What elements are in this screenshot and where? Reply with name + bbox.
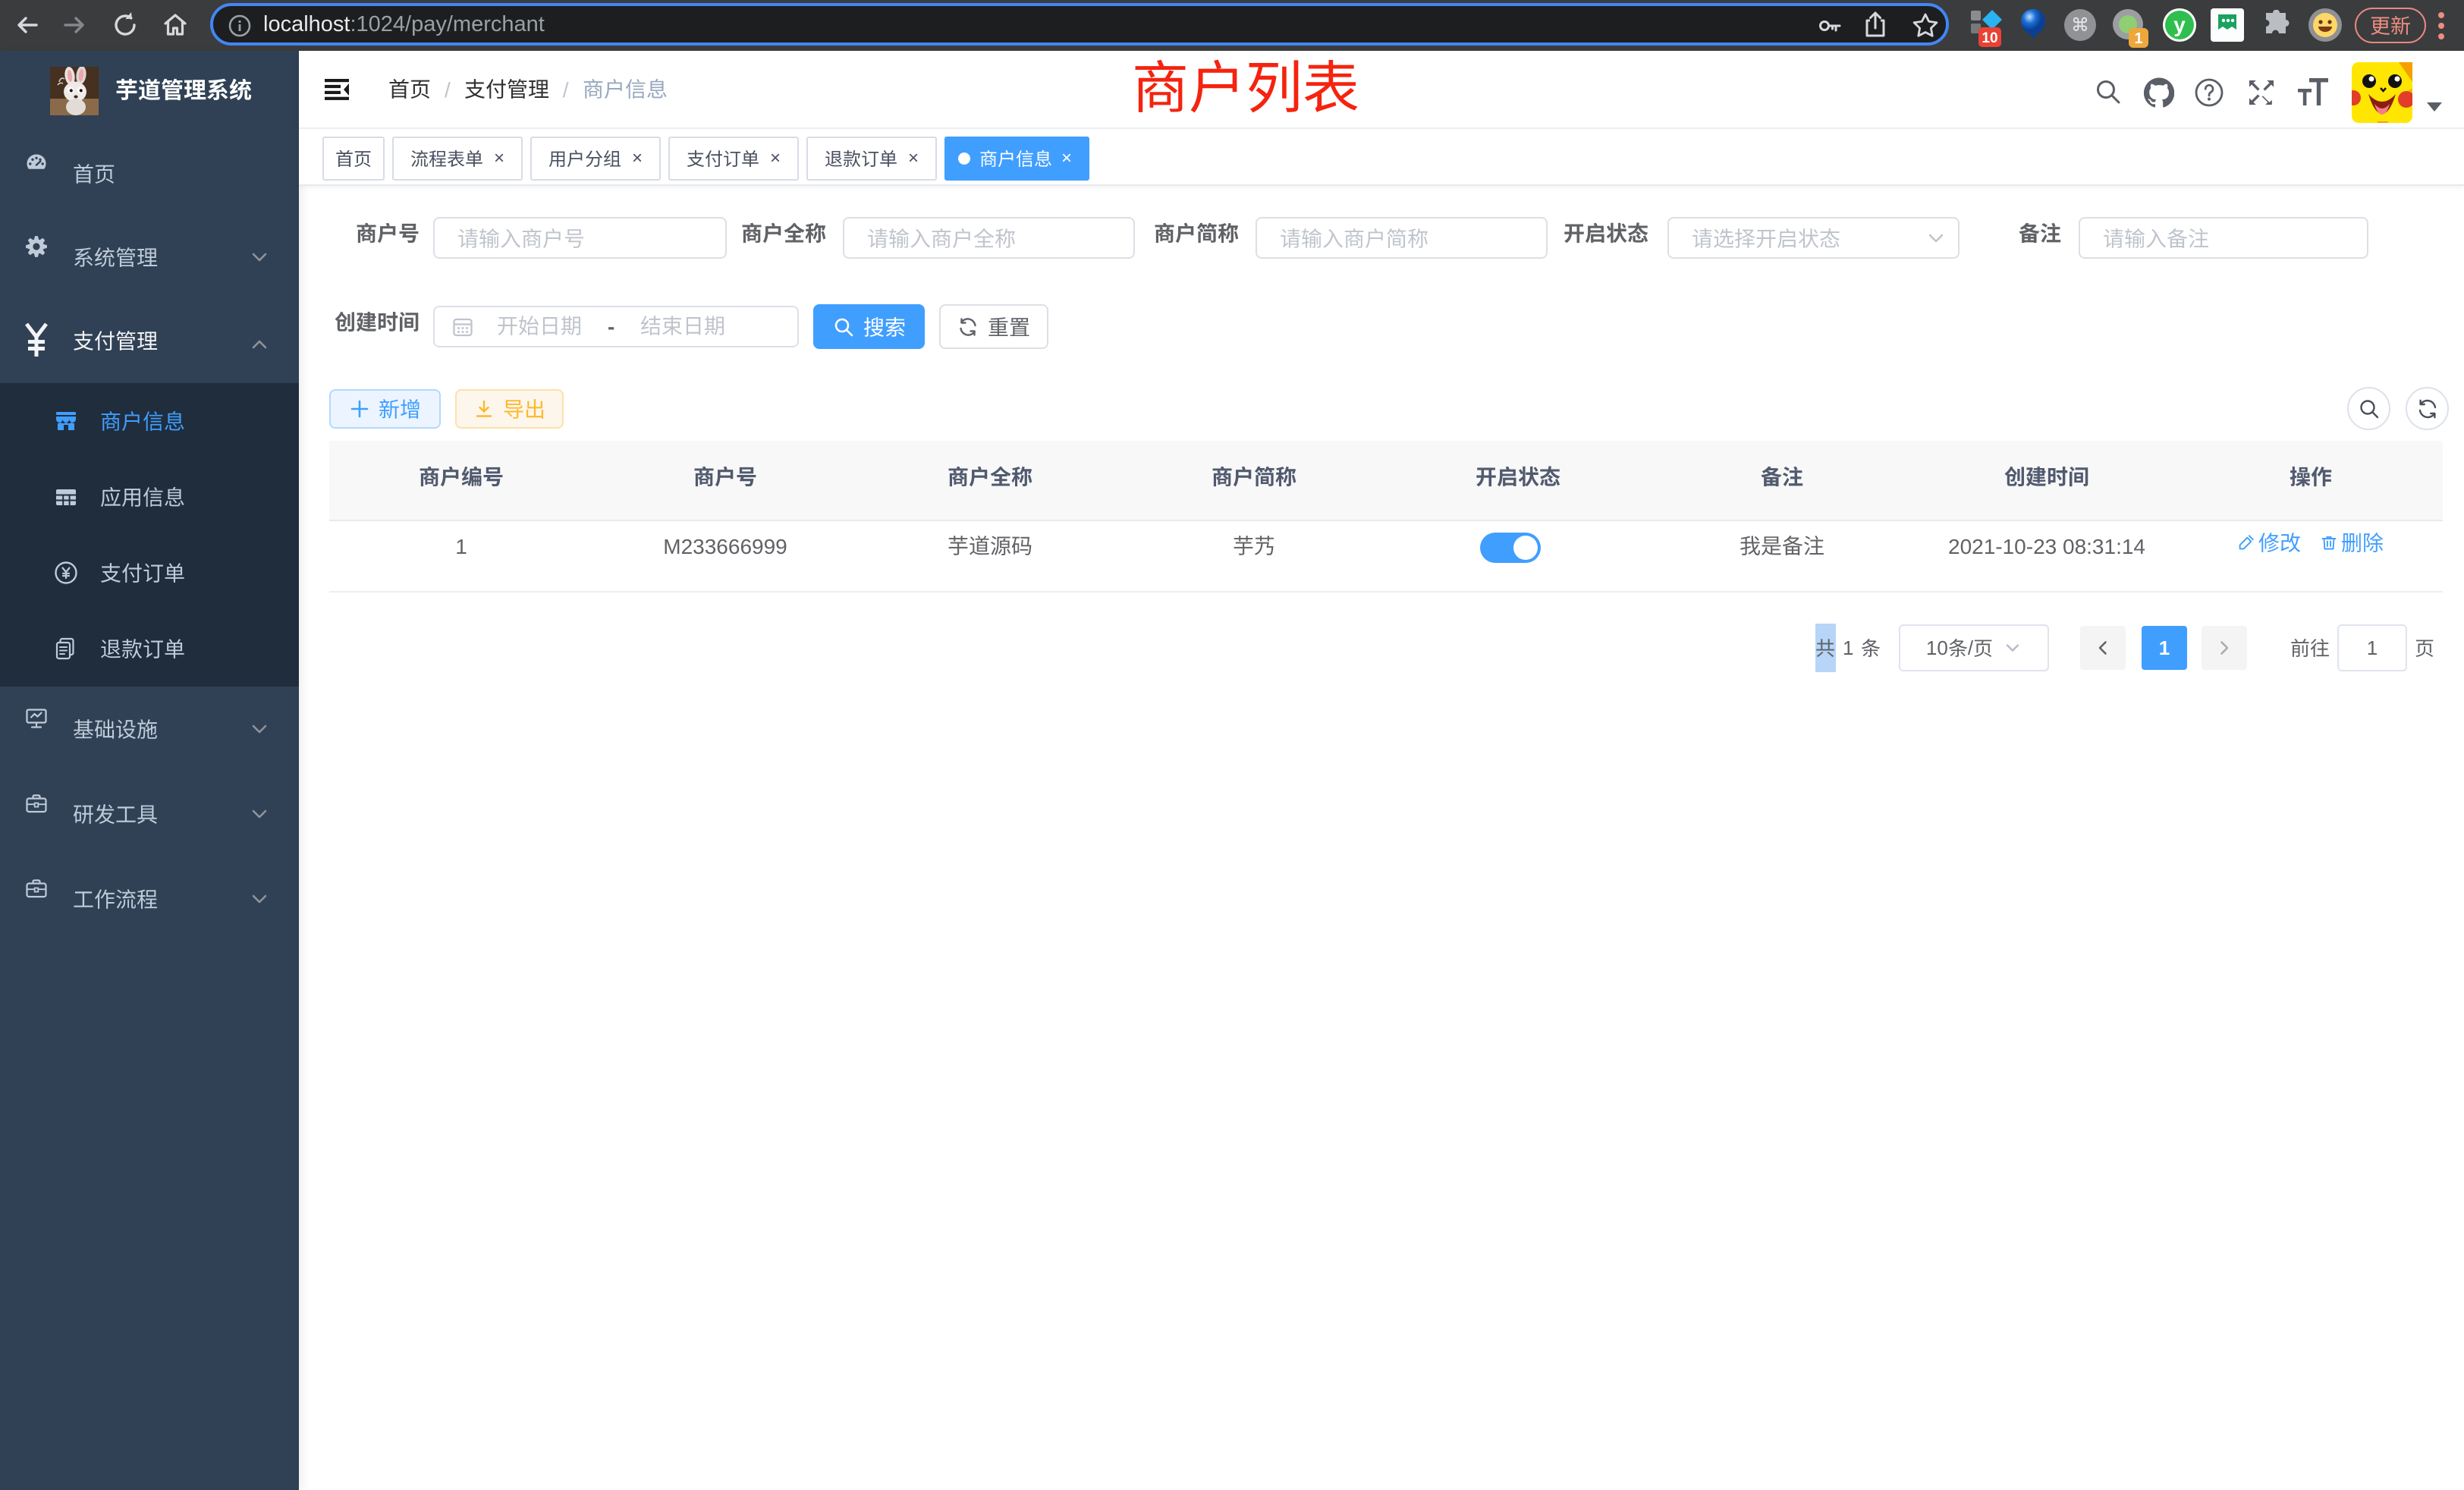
svg-text:1: 1	[2134, 30, 2142, 47]
svg-text:y: y	[2173, 13, 2186, 36]
svg-text:⌘: ⌘	[2071, 15, 2089, 36]
svg-text:10: 10	[1982, 30, 1997, 46]
